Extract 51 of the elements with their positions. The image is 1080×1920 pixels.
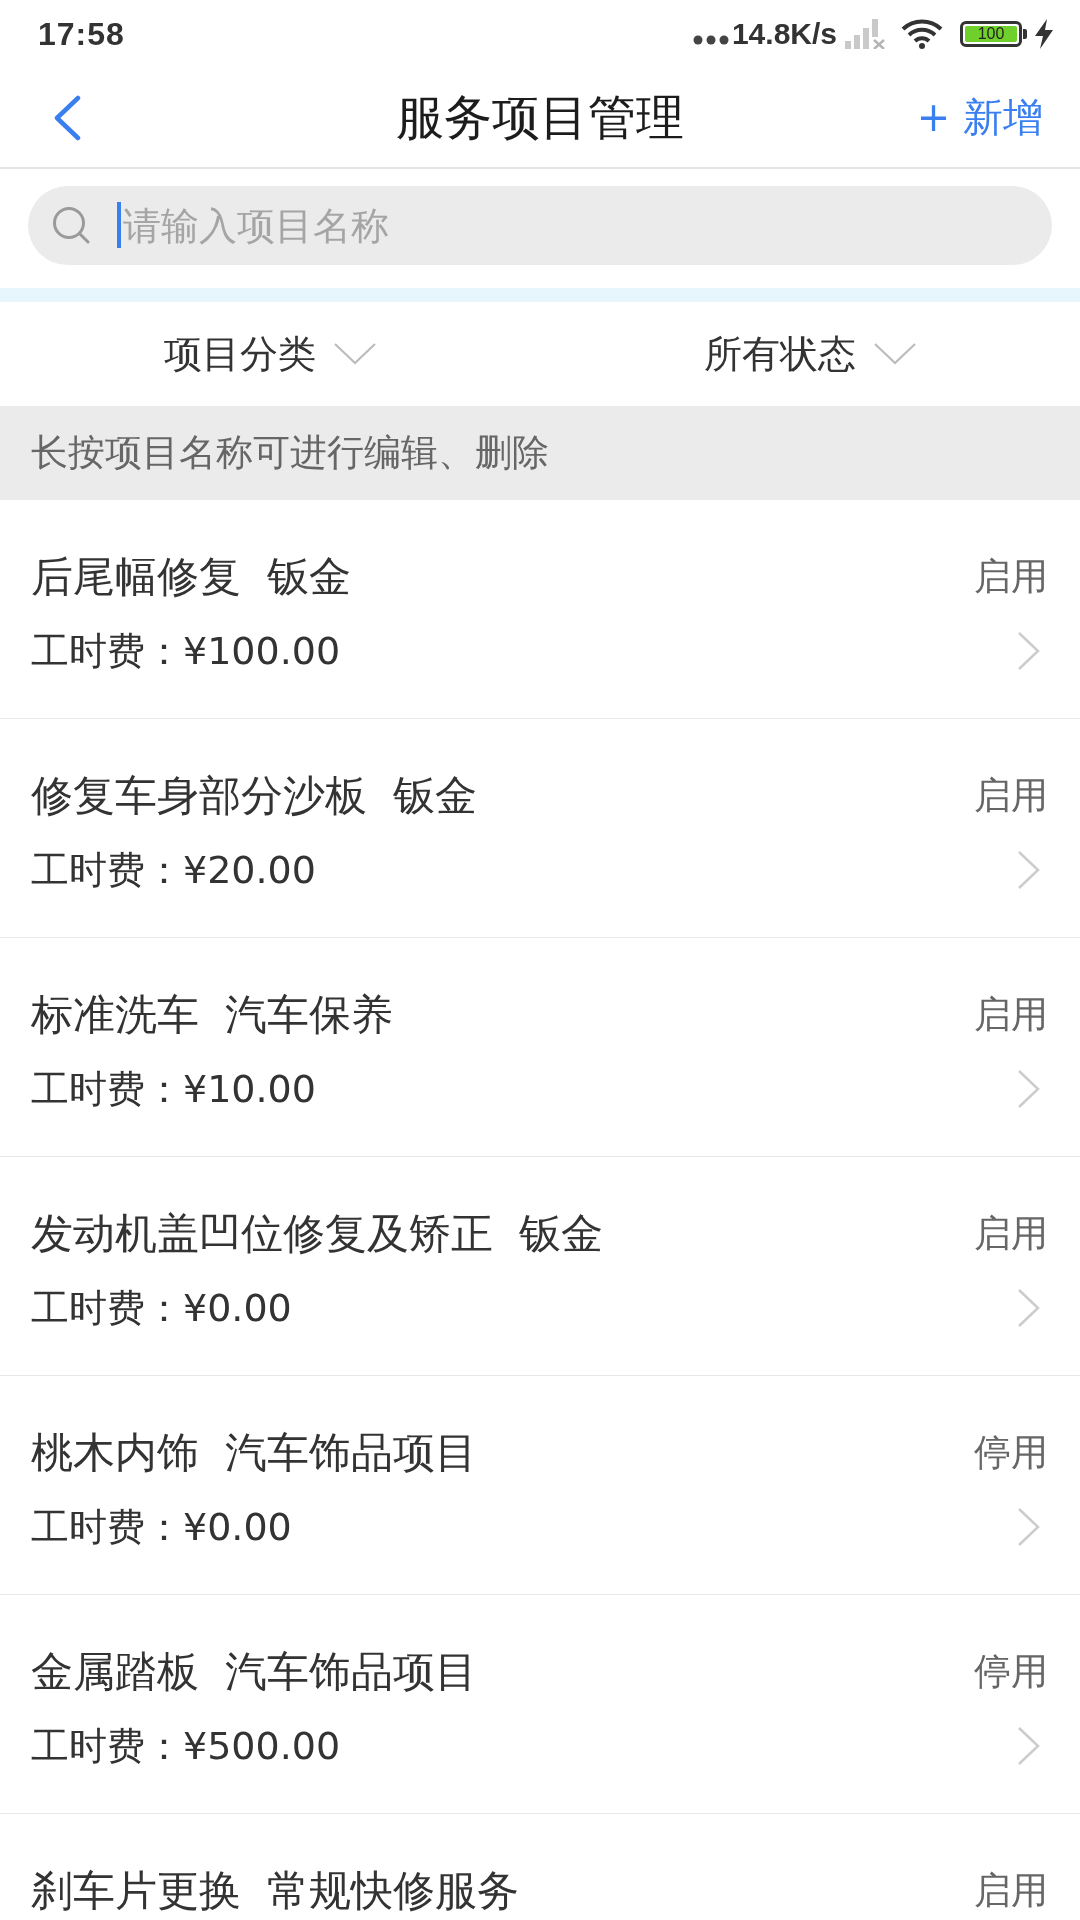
more-dots-icon (692, 35, 729, 45)
signal-icon (844, 19, 885, 49)
clock-time: 17:58 (38, 15, 125, 53)
item-category: 钣金 (519, 1208, 603, 1260)
item-category: 常规快修服务 (267, 1865, 519, 1917)
item-price: 工时费：¥0.00 (31, 1503, 292, 1551)
item-status: 启用 (974, 554, 1048, 600)
item-name[interactable]: 修复车身部分沙板 (31, 768, 367, 824)
chevron-down-icon (874, 343, 916, 365)
battery-percent: 100 (977, 26, 1005, 42)
item-status: 启用 (974, 1211, 1048, 1257)
item-price: 工时费：¥500.00 (31, 1722, 341, 1770)
chevron-down-icon (334, 343, 376, 365)
item-category: 钣金 (393, 770, 477, 822)
item-status: 启用 (974, 773, 1048, 819)
filter-dropdown[interactable]: 项目分类 (160, 320, 380, 388)
chevron-right-icon (1017, 850, 1041, 890)
filter-dropdown[interactable]: 所有状态 (700, 320, 920, 388)
charging-bolt-icon (1034, 19, 1054, 49)
search-field[interactable]: 请输入项目名称 (28, 186, 1052, 265)
chevron-right-icon (1017, 631, 1041, 671)
chevron-right-icon (1017, 1507, 1041, 1547)
item-status: 启用 (974, 1868, 1048, 1914)
item-category: 汽车饰品项目 (225, 1427, 477, 1479)
item-status: 停用 (974, 1649, 1048, 1695)
item-category: 汽车饰品项目 (225, 1646, 477, 1698)
item-price: 工时费：¥20.00 (31, 846, 316, 894)
item-price: 工时费：¥0.00 (31, 1284, 292, 1332)
item-name[interactable]: 后尾幅修复 (31, 549, 241, 605)
wifi-icon (901, 19, 943, 49)
chevron-right-icon (1017, 1288, 1041, 1328)
item-category: 钣金 (267, 551, 351, 603)
network-speed: 14.8K/s (731, 17, 837, 51)
item-status: 停用 (974, 1430, 1048, 1476)
item-price: 工时费：¥100.00 (31, 627, 341, 675)
item-category: 汽车保养 (225, 989, 393, 1041)
item-name[interactable]: 金属踏板 (31, 1644, 199, 1700)
item-name[interactable]: 刹车片更换 (31, 1863, 241, 1919)
item-price: 工时费：¥10.00 (31, 1065, 316, 1113)
search-icon (52, 206, 90, 244)
hint-text: 长按项目名称可进行编辑、删除 (31, 430, 549, 476)
item-name[interactable]: 标准洗车 (31, 987, 199, 1043)
item-name[interactable]: 桃木内饰 (31, 1425, 199, 1481)
item-status: 启用 (974, 992, 1048, 1038)
chevron-right-icon (1017, 1726, 1041, 1766)
text-cursor-icon (117, 202, 121, 248)
add-button[interactable]: + 新增 (908, 86, 1051, 149)
chevron-right-icon (1017, 1069, 1041, 1109)
page-title: 服务项目管理 (396, 87, 684, 147)
back-chevron-icon (52, 94, 82, 141)
item-name[interactable]: 发动机盖凹位修复及矫正 (31, 1206, 493, 1262)
